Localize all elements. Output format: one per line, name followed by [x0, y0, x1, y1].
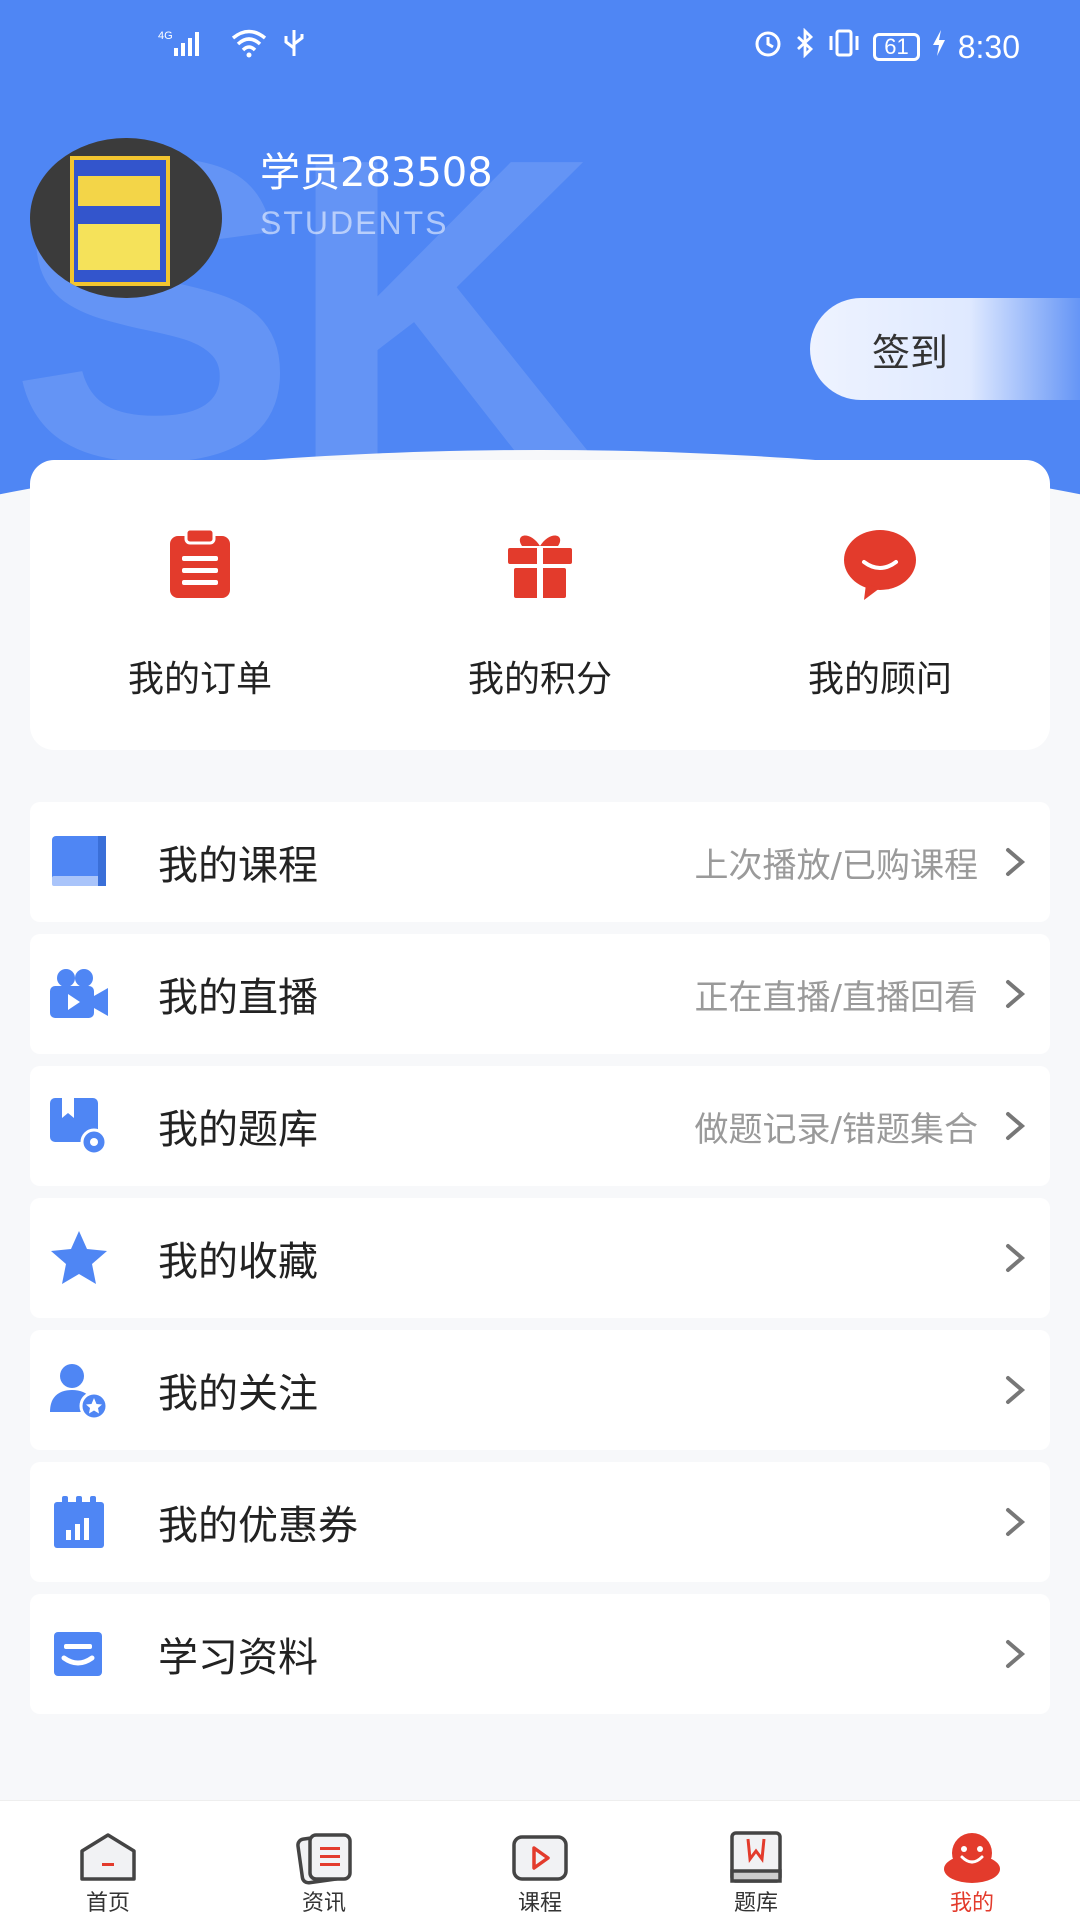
avatar[interactable] [30, 138, 222, 298]
chevron-right-icon [1006, 848, 1026, 876]
charging-icon [932, 30, 946, 64]
checkin-button[interactable]: 签到 [810, 298, 1080, 400]
menu-item-my-live[interactable]: 我的直播 正在直播/直播回看 [30, 934, 1050, 1054]
menu-item-label: 我的课程 [158, 843, 318, 889]
news-icon [296, 1833, 352, 1885]
quick-action-label: 我的积分 [467, 659, 612, 700]
quick-actions-card: 我的订单 我的积分 我的顾问 [30, 460, 1050, 750]
quick-action-label: 我的顾问 [807, 659, 952, 700]
quick-action-orders[interactable]: 我的订单 [30, 460, 370, 750]
home-icon [80, 1833, 136, 1881]
chevron-right-icon [1006, 1376, 1026, 1404]
quick-action-label: 我的订单 [127, 659, 272, 700]
avatar-photo [70, 156, 170, 286]
vibrate-icon [827, 28, 861, 66]
menu-item-my-question-bank[interactable]: 我的题库 做题记录/错题集合 [30, 1066, 1050, 1186]
svg-text:4G: 4G [158, 30, 173, 42]
nav-tab-home[interactable]: 首页 [0, 1801, 216, 1920]
chevron-right-icon [1006, 1244, 1026, 1272]
quick-action-points[interactable]: 我的积分 [370, 460, 710, 750]
nav-tab-label: 资讯 [301, 1891, 346, 1916]
nav-tab-label: 首页 [85, 1891, 130, 1916]
clock: 8:30 [957, 28, 1020, 65]
gift-icon [508, 535, 572, 598]
star-icon [51, 1231, 107, 1284]
document-icon [54, 1632, 102, 1676]
chevron-right-icon [1006, 980, 1026, 1008]
chevron-right-icon [1006, 1640, 1026, 1668]
video-camera-icon [50, 969, 108, 1018]
menu-item-subtitle: 上次播放/已购课程 [694, 845, 978, 886]
book-icon [52, 836, 106, 886]
wifi-icon [230, 28, 268, 63]
chevron-right-icon [1006, 1508, 1026, 1536]
menu-item-subtitle: 正在直播/直播回看 [694, 977, 978, 1018]
coupon-icon [54, 1496, 104, 1548]
user-role-label: STUDENTS [260, 205, 449, 241]
battery-indicator: 61 [873, 33, 920, 61]
nav-tab-courses[interactable]: 课程 [432, 1801, 648, 1920]
nav-tab-label: 我的 [949, 1891, 994, 1916]
nav-tab-label: 课程 [517, 1891, 562, 1916]
question-bank-icon [50, 1098, 108, 1156]
chat-bubble-icon [844, 530, 916, 600]
menu-item-label: 学习资料 [158, 1635, 318, 1681]
username: 学员283508 [260, 150, 493, 196]
nav-tab-mine[interactable]: 我的 [864, 1801, 1080, 1920]
usb-icon [282, 28, 306, 63]
smiley-icon [944, 1833, 1000, 1883]
signal-icon: 4G [158, 28, 216, 63]
bottom-nav: 首页 资讯 课程 题库 我的 [0, 1800, 1080, 1920]
status-bar: 4G 61 8:30 [0, 0, 1080, 100]
menu-item-label: 我的题库 [158, 1107, 318, 1153]
menu-item-label: 我的直播 [158, 975, 318, 1021]
menu-item-my-courses[interactable]: 我的课程 上次播放/已购课程 [30, 802, 1050, 922]
nav-tab-label: 题库 [733, 1891, 778, 1916]
menu-item-label: 我的关注 [158, 1371, 318, 1417]
menu-item-subtitle: 做题记录/错题集合 [694, 1109, 978, 1150]
menu-item-my-follows[interactable]: 我的关注 [30, 1330, 1050, 1450]
user-star-icon [50, 1364, 109, 1420]
clipboard-icon [170, 527, 230, 598]
bluetooth-icon [795, 27, 815, 66]
bookmark-book-icon [730, 1831, 782, 1883]
menu-item-my-coupons[interactable]: 我的优惠券 [30, 1462, 1050, 1582]
menu-item-label: 我的收藏 [158, 1239, 318, 1285]
menu-list: 我的课程 上次播放/已购课程 我的直播 正在直播/直播回看 我的题库 做题记录/… [30, 802, 1050, 1726]
alarm-icon [753, 28, 783, 66]
menu-item-label: 我的优惠券 [158, 1503, 358, 1549]
nav-tab-news[interactable]: 资讯 [216, 1801, 432, 1920]
nav-tab-question-bank[interactable]: 题库 [648, 1801, 864, 1920]
checkin-label: 签到 [872, 330, 949, 375]
menu-item-my-favorites[interactable]: 我的收藏 [30, 1198, 1050, 1318]
menu-item-study-materials[interactable]: 学习资料 [30, 1594, 1050, 1714]
chevron-right-icon [1006, 1112, 1026, 1140]
quick-action-advisor[interactable]: 我的顾问 [710, 460, 1050, 750]
play-icon [512, 1835, 568, 1881]
